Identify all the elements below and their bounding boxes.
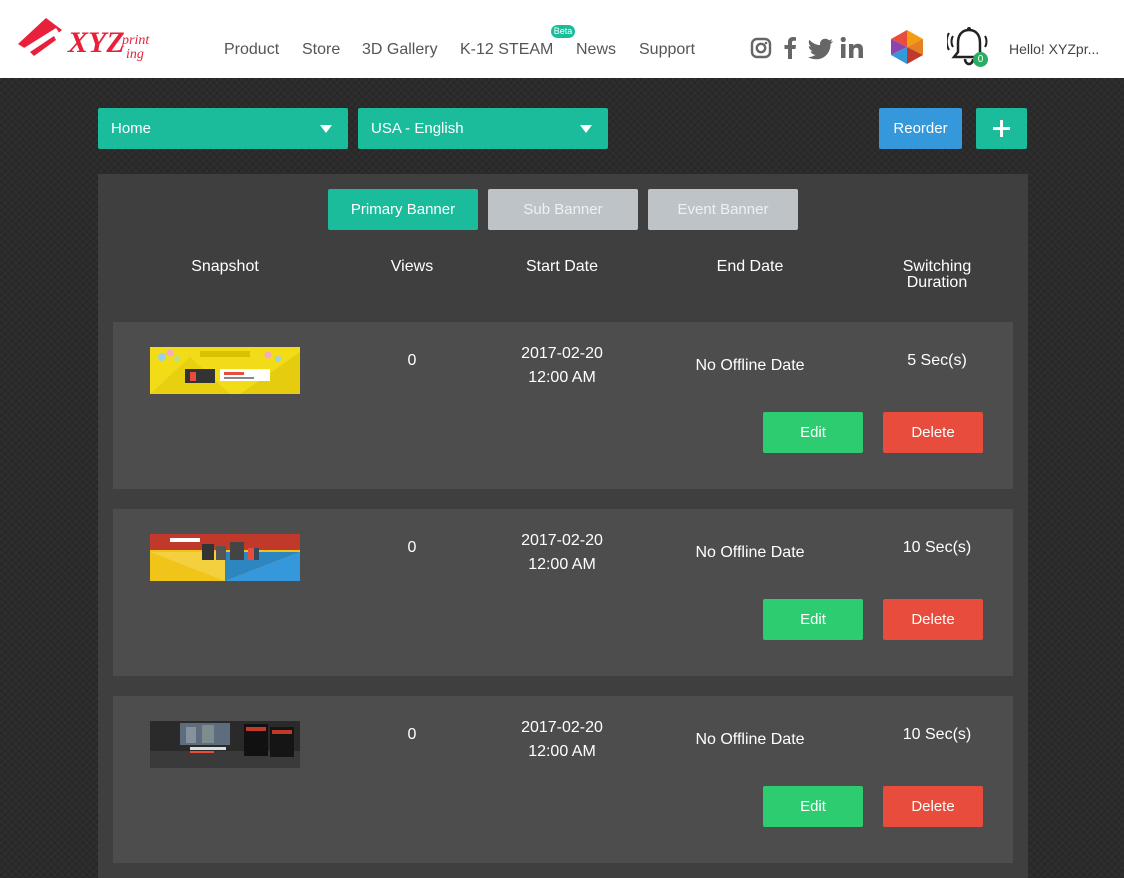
column-header-end-date: End Date — [716, 258, 784, 275]
banner-end-date: No Offline Date — [695, 357, 805, 374]
banner-end-date: No Offline Date — [695, 731, 805, 748]
caret-down-icon — [320, 125, 332, 133]
banner-views: 0 — [407, 352, 417, 369]
svg-text:ing: ing — [126, 47, 144, 62]
top-header: XYZ print ing Product Store 3D Gallery K… — [0, 0, 1124, 78]
caret-down-icon — [580, 125, 592, 133]
banner-views: 0 — [407, 539, 417, 556]
user-greeting[interactable]: Hello! XYZpr... — [1009, 40, 1099, 58]
column-header-switching-duration: Switching Duration — [857, 259, 1017, 291]
banner-start-time: 12:00 AM — [528, 743, 596, 760]
notifications[interactable]: 0 — [945, 24, 991, 70]
column-header-duration-line2: Duration — [906, 274, 968, 291]
xyzprinting-logo[interactable]: XYZ print ing — [16, 14, 161, 66]
banner-start: 2017-02-20 12:00 AM — [482, 342, 642, 390]
page-select[interactable]: Home — [98, 108, 348, 149]
banner-start-date: 2017-02-20 — [521, 345, 603, 362]
banner-image — [150, 721, 300, 768]
edit-button[interactable]: Edit — [763, 786, 863, 827]
page-select-value: Home — [111, 120, 152, 137]
banner-start: 2017-02-20 12:00 AM — [482, 716, 642, 764]
banner-snapshot[interactable] — [150, 347, 300, 394]
tab-event-banner[interactable]: Event Banner — [648, 189, 798, 230]
reorder-button[interactable]: Reorder — [879, 108, 962, 149]
banner-duration: 10 Sec(s) — [902, 726, 972, 743]
banner-panel: Primary Banner Sub Banner Event Banner S… — [98, 174, 1028, 878]
delete-button[interactable]: Delete — [883, 412, 983, 453]
language-select[interactable]: USA - English — [358, 108, 608, 149]
nav-3d-gallery[interactable]: 3D Gallery — [362, 40, 438, 60]
tab-primary-banner[interactable]: Primary Banner — [328, 189, 478, 230]
edit-button[interactable]: Edit — [763, 412, 863, 453]
banner-duration: 10 Sec(s) — [902, 539, 972, 556]
banner-views: 0 — [407, 726, 417, 743]
instagram-icon[interactable] — [750, 36, 772, 60]
nav-k12-steam[interactable]: K-12 STEAM — [460, 40, 553, 60]
banner-row: 0 2017-02-20 12:00 AM No Offline Date 5 … — [113, 322, 1013, 489]
column-header-duration-line1: Switching — [902, 258, 972, 275]
add-banner-button[interactable] — [976, 108, 1027, 149]
column-header-snapshot: Snapshot — [191, 258, 259, 275]
banner-end-date: No Offline Date — [695, 544, 805, 561]
banner-start-date: 2017-02-20 — [521, 719, 603, 736]
delete-button[interactable]: Delete — [883, 599, 983, 640]
banner-start-time: 12:00 AM — [528, 369, 596, 386]
nav-product[interactable]: Product — [224, 40, 279, 60]
banner-start-date: 2017-02-20 — [521, 532, 603, 549]
language-select-value: USA - English — [371, 120, 464, 137]
banner-row: 0 2017-02-20 12:00 AM No Offline Date 10… — [113, 696, 1013, 863]
column-header-start-date: Start Date — [525, 258, 599, 275]
banner-start-time: 12:00 AM — [528, 556, 596, 573]
tab-sub-banner[interactable]: Sub Banner — [488, 189, 638, 230]
edit-button[interactable]: Edit — [763, 599, 863, 640]
nav-news[interactable]: News — [576, 40, 616, 60]
svg-text:print: print — [121, 33, 150, 48]
banner-start: 2017-02-20 12:00 AM — [482, 529, 642, 577]
svg-text:XYZ: XYZ — [67, 26, 125, 59]
cube-gem-icon[interactable] — [889, 29, 925, 65]
nav-support[interactable]: Support — [639, 40, 695, 60]
twitter-icon[interactable] — [808, 36, 834, 60]
banner-image — [150, 347, 300, 394]
banner-snapshot[interactable] — [150, 721, 300, 768]
linkedin-icon[interactable] — [840, 36, 864, 60]
nav-store[interactable]: Store — [302, 40, 340, 60]
beta-badge: Beta — [551, 25, 575, 38]
banner-row: 0 2017-02-20 12:00 AM No Offline Date 10… — [113, 509, 1013, 676]
facebook-icon[interactable] — [782, 36, 798, 60]
delete-button[interactable]: Delete — [883, 786, 983, 827]
notification-count-badge: 0 — [973, 52, 988, 67]
banner-snapshot[interactable] — [150, 534, 300, 581]
banner-image — [150, 534, 300, 581]
column-header-views: Views — [390, 258, 434, 275]
banner-duration: 5 Sec(s) — [907, 352, 967, 369]
